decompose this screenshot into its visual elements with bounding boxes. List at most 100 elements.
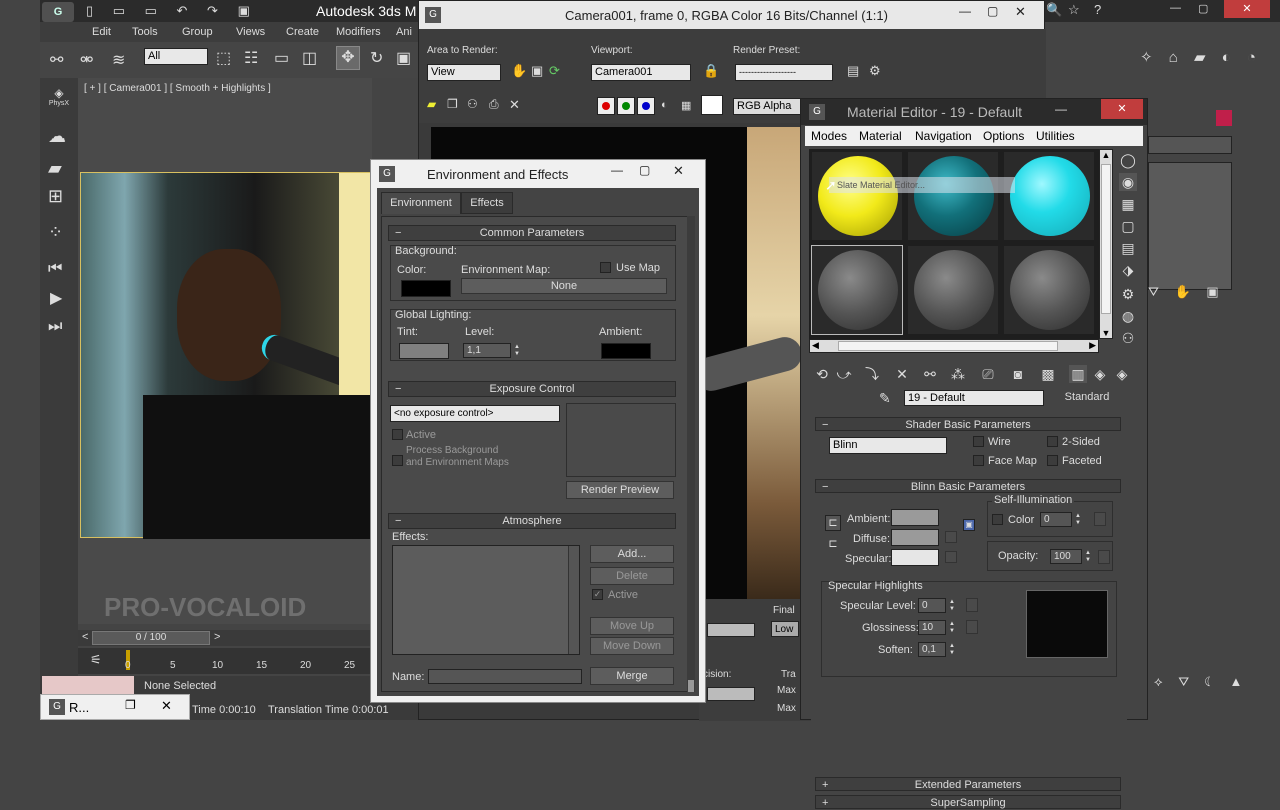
lock-icon[interactable]: 🔒 — [703, 63, 719, 79]
atm-active-checkbox[interactable]: ✓ — [592, 589, 603, 600]
matedit-menu-utilities[interactable]: Utilities — [1036, 129, 1075, 143]
show-shaded-material-icon[interactable]: ▩ — [1039, 365, 1057, 383]
swatch-lock-icon[interactable]: ▣ — [963, 519, 975, 531]
window-crossing-icon[interactable]: ◫ — [302, 48, 317, 68]
move-icon[interactable]: ✥ — [336, 46, 360, 70]
region-select-icon[interactable]: ▭ — [274, 48, 289, 68]
bg-color-swatch[interactable] — [401, 280, 451, 297]
track-bar[interactable]: ⚟ 0 5 10 15 20 25 — [78, 648, 372, 674]
sample-slot-2[interactable] — [907, 151, 999, 241]
opacity-spinner-arrows[interactable]: ▲ ▼ — [1084, 550, 1092, 564]
glossiness-spinner-arrows[interactable]: ▲ ▼ — [948, 621, 956, 635]
reset-map-icon[interactable]: ✕ — [893, 365, 911, 383]
help-icon[interactable]: ? — [1094, 2, 1101, 17]
material-map-navigator-icon[interactable]: ⚇ — [1119, 329, 1137, 347]
viewport-dropdown[interactable]: Camera001 — [591, 64, 691, 81]
maxscript-listener[interactable] — [42, 676, 134, 696]
viewport-label[interactable]: [ + ] [ Camera001 ] [ Smooth + Highlight… — [84, 83, 271, 94]
box-tool-icon[interactable]: ▰ — [48, 158, 62, 179]
backlight-icon[interactable]: ◉ — [1119, 173, 1137, 191]
ambient-lock-icon[interactable]: ⊏ — [825, 515, 841, 531]
goto-start-icon[interactable]: ⏮ — [48, 260, 62, 278]
specular-color-swatch[interactable] — [891, 549, 939, 566]
main-maximize-icon[interactable]: ▢ — [1198, 2, 1208, 15]
sample-slot-4[interactable] — [811, 245, 903, 335]
time-slider-thumb[interactable]: 0 / 100 — [92, 631, 210, 645]
merge-button[interactable]: Merge — [590, 667, 674, 685]
self-illum-value-spinner[interactable]: 0 — [1040, 512, 1072, 527]
physx-icon[interactable]: ◈ PhysX — [44, 86, 74, 112]
atmosphere-rollout[interactable]: − Atmosphere — [388, 513, 676, 529]
matedit-menu-options[interactable]: Options — [983, 129, 1024, 143]
shader-basic-rollout[interactable]: − Shader Basic Parameters — [815, 417, 1121, 431]
hscroll-thumb[interactable] — [838, 341, 1058, 351]
main-close-button[interactable]: ✕ — [1224, 0, 1270, 18]
env-scrollbar-thumb[interactable] — [688, 680, 694, 692]
self-illum-map-button[interactable] — [1094, 512, 1106, 526]
effects-list-scrollbar[interactable] — [568, 546, 579, 654]
faceted-checkbox[interactable] — [1047, 455, 1058, 466]
blue-channel-icon[interactable] — [637, 97, 655, 115]
matedit-menu-navigation[interactable]: Navigation — [915, 129, 972, 143]
save-image-icon[interactable]: ▰ — [427, 97, 436, 111]
options-icon[interactable]: ⚙ — [1119, 285, 1137, 303]
auto-region-icon[interactable]: ▣ — [531, 63, 543, 79]
self-illum-color-checkbox[interactable] — [992, 514, 1003, 525]
two-sided-checkbox[interactable] — [1047, 436, 1058, 447]
env-map-button[interactable]: None — [461, 278, 667, 294]
scale-icon[interactable]: ▣ — [396, 48, 411, 68]
env-close-icon[interactable]: ✕ — [673, 163, 684, 179]
specular-map-button[interactable] — [945, 551, 957, 563]
sample-type-icon[interactable]: ◯ — [1119, 151, 1137, 169]
diffuse-lock-icon[interactable]: ⊏ — [825, 537, 841, 553]
level-spinner-arrows[interactable]: ▲ ▼ — [513, 344, 521, 358]
render-preview-button[interactable]: Render Preview — [566, 481, 674, 499]
menu-views[interactable]: Views — [236, 26, 265, 38]
menu-modifiers[interactable]: Modifiers — [336, 26, 381, 38]
matedit-close-button[interactable]: ✕ — [1101, 99, 1143, 119]
soften-spinner[interactable]: 0,1 — [918, 642, 946, 657]
search-icon[interactable]: 🔍 — [1046, 2, 1062, 18]
render-refresh-icon[interactable]: ⟳ — [549, 63, 560, 79]
supersampling-rollout[interactable]: + SuperSampling — [815, 795, 1121, 809]
clone-window-icon[interactable]: ⚇ — [467, 97, 478, 111]
tint-color-swatch[interactable] — [399, 343, 449, 359]
level-spinner[interactable]: 1,1 — [463, 343, 511, 358]
opacity-spinner[interactable]: 100 — [1050, 549, 1082, 564]
wire-checkbox[interactable] — [973, 436, 984, 447]
hscroll-left-icon[interactable]: ◀ — [812, 340, 819, 351]
select-by-name-icon[interactable]: ☷ — [244, 48, 258, 68]
video-color-check-icon[interactable]: ▤ — [1119, 239, 1137, 257]
add-effect-button[interactable]: Add... — [590, 545, 674, 563]
camera-viewport[interactable]: [ + ] [ Camera001 ] [ Smooth + Highlight… — [78, 78, 380, 624]
assign-to-selection-icon[interactable]: ⤵ — [863, 365, 881, 383]
move-up-button[interactable]: Move Up — [590, 617, 674, 635]
get-material-icon[interactable]: ⟲ — [813, 365, 831, 383]
menu-animation[interactable]: Ani — [396, 26, 412, 38]
unlink-icon[interactable]: ⚮ — [80, 50, 93, 70]
command-dropdown[interactable] — [1148, 136, 1232, 154]
make-preview-icon[interactable]: ⬗ — [1119, 261, 1137, 279]
rotate-icon[interactable]: ↻ — [370, 48, 383, 68]
color-swatch-red[interactable] — [1216, 110, 1232, 126]
ambient-color-swatch[interactable] — [601, 343, 651, 359]
sample-slots-vscroll[interactable]: ▲ ▼ — [1099, 149, 1113, 339]
render-setup-icon[interactable]: ▤ — [847, 63, 859, 79]
make-copy-icon[interactable]: ⚯ — [921, 365, 939, 383]
tab-effects[interactable]: Effects — [461, 192, 513, 214]
vscroll-thumb[interactable] — [1101, 164, 1111, 314]
monochrome-icon[interactable]: ▦ — [681, 99, 691, 112]
tab-environment[interactable]: Environment — [381, 192, 461, 214]
taskbar-close-icon[interactable]: ✕ — [161, 698, 172, 714]
exposure-control-rollout[interactable]: − Exposure Control — [388, 381, 676, 397]
final-gather-dropdown[interactable]: Low — [771, 621, 799, 637]
background-color-swatch[interactable] — [701, 95, 723, 115]
time-slider-right-icon[interactable]: > — [214, 631, 220, 643]
time-slider[interactable]: < 0 / 100 > — [78, 630, 372, 646]
effect-name-input[interactable] — [428, 669, 582, 684]
use-map-checkbox[interactable] — [600, 262, 611, 273]
show-end-result-icon[interactable]: ▥ — [1069, 365, 1087, 383]
vscroll-down-icon[interactable]: ▼ — [1100, 328, 1112, 338]
menu-tools[interactable]: Tools — [132, 26, 158, 38]
goto-end-icon[interactable]: ⏭ — [48, 318, 62, 336]
